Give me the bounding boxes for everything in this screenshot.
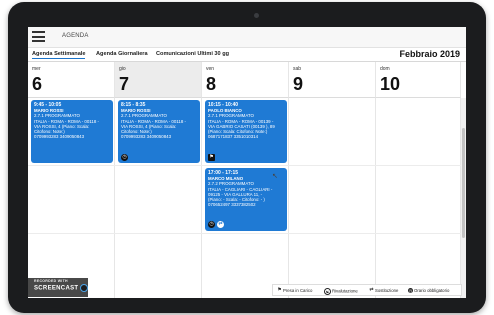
- hamburger-menu-icon[interactable]: [32, 31, 45, 42]
- legend-item: ⚑Presa in Carico: [277, 288, 312, 293]
- legend-label: Sostituzione: [375, 288, 399, 293]
- camera-dot: [254, 13, 259, 18]
- app-title: AGENDA: [62, 33, 89, 39]
- screencast-watermark: RECORDED WITH SCREENCAST MATIC: [34, 279, 110, 292]
- event-detail: 0687171837 3351010314: [208, 134, 259, 140]
- app-header: AGENDA: [28, 27, 466, 48]
- row-divider: [28, 165, 466, 166]
- scrollbar-thumb[interactable]: [462, 128, 465, 238]
- event-detail: 0709993283 3409050843: [34, 134, 85, 140]
- day-name: mer: [32, 66, 41, 72]
- day-number: 8: [206, 74, 217, 94]
- watermark-right: MATIC: [90, 285, 111, 292]
- tab-agenda-settimanale[interactable]: Agenda Settimanale: [32, 51, 86, 59]
- scrollbar[interactable]: [461, 98, 466, 298]
- day-column-dom[interactable]: [376, 98, 461, 298]
- event-detail: 0709993283 3409050843: [121, 134, 172, 140]
- day-number: 7: [119, 74, 130, 94]
- day-name: sab: [293, 66, 302, 72]
- legend-label: Orario obbligatorio: [414, 288, 450, 293]
- legend-label: Rivalutazione: [332, 288, 358, 294]
- day-number: 6: [32, 74, 43, 94]
- day-header-gio[interactable]: gio 7: [115, 62, 202, 98]
- tab-comunicazioni[interactable]: Comunicazioni Ultimi 30 gg: [156, 51, 229, 57]
- tab-agenda-giornaliera[interactable]: Agenda Giornaliera: [96, 51, 148, 57]
- legend-item: ☯ Rivalutazione: [324, 288, 358, 295]
- day-name: gio: [119, 66, 126, 72]
- event-card[interactable]: 8:15 - 8:35 MARIO ROSSI 2.7.1 PROGRAMMAT…: [118, 100, 200, 163]
- clock-icon: ◷: [208, 221, 215, 228]
- mouse-cursor-icon: ↖: [272, 173, 278, 180]
- evaluation-icon: ☯: [324, 288, 331, 295]
- legend-item: ◷ Orario obbligatorio: [408, 288, 450, 294]
- day-number: 9: [293, 74, 304, 94]
- event-card[interactable]: 10:15 - 10:40 PAOLO BIANCO 2.7.1 PROGRAM…: [205, 100, 287, 163]
- clock-icon: ◷: [408, 288, 413, 294]
- day-name: ven: [206, 66, 215, 72]
- event-detail: 070652497 3337382502: [208, 202, 256, 208]
- flag-icon: ⚑: [277, 287, 282, 294]
- day-name: dom: [380, 66, 390, 72]
- watermark-logo: SCREENCAST MATIC: [34, 284, 110, 292]
- swap-icon: ⇄: [369, 287, 374, 294]
- watermark-small-text: RECORDED WITH: [34, 279, 68, 283]
- legend-bar: ⚑Presa in Carico ☯ Rivalutazione ⇄Sostitu…: [272, 284, 462, 296]
- legend-item: ⇄Sostituzione: [369, 288, 398, 293]
- app-screen: AGENDA Agenda Settimanale Agenda Giornal…: [28, 27, 466, 298]
- tab-bar: Agenda Settimanale Agenda Giornaliera Co…: [28, 48, 466, 62]
- week-calendar: mer 6 gio 7 ven 8 sab 9 dom 10 9:45 - 10…: [28, 62, 466, 298]
- screencast-logo-icon: [80, 284, 89, 292]
- day-header-ven[interactable]: ven 8: [202, 62, 289, 98]
- day-header-mer[interactable]: mer 6: [28, 62, 115, 98]
- flag-icon: ⚑: [208, 154, 215, 161]
- event-card[interactable]: 9:45 - 10:05 MARIO ROSSI 2.7.1 PROGRAMMA…: [31, 100, 113, 163]
- legend-label: Presa in Carico: [283, 288, 313, 293]
- day-column-sab[interactable]: [289, 98, 376, 298]
- day-number: 10: [380, 74, 401, 94]
- clock-icon: ◷: [121, 154, 128, 161]
- swap-icon: ⇄: [217, 221, 224, 228]
- row-divider: [28, 233, 466, 234]
- day-header-dom[interactable]: dom 10: [376, 62, 461, 98]
- day-header-sab[interactable]: sab 9: [289, 62, 376, 98]
- month-label: Febbraio 2019: [399, 49, 460, 59]
- watermark-left: SCREENCAST: [34, 285, 79, 292]
